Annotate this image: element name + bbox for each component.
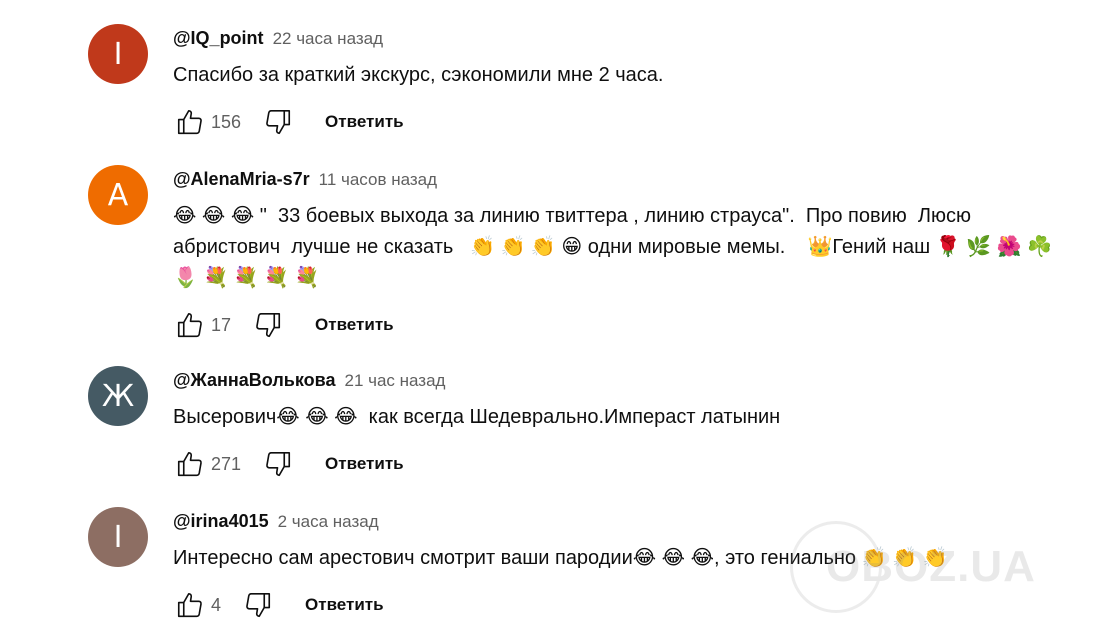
like-count: 271 xyxy=(211,453,242,474)
comment-text: 😂 😂 😂 " 33 боевых выхода за линию твитте… xyxy=(173,205,1058,289)
dislike-button[interactable] xyxy=(251,308,285,342)
comment-time[interactable]: 22 часа назад xyxy=(273,29,383,48)
like-button[interactable] xyxy=(173,105,207,139)
comment-meta: @AlenaMria-s7r 11 часов назад xyxy=(173,168,1088,191)
comment-text: Спасибо за краткий экскурс, сэкономили м… xyxy=(173,64,664,86)
avatar[interactable]: A xyxy=(88,165,148,225)
comment-actions: 156 Ответить xyxy=(173,105,1088,139)
dislike-button[interactable] xyxy=(261,447,295,481)
like-button[interactable] xyxy=(173,588,207,622)
thumb-up-icon xyxy=(177,312,202,338)
reply-button[interactable]: Ответить xyxy=(315,315,394,335)
comment-time[interactable]: 21 час назад xyxy=(344,371,445,390)
comment-actions: 271 Ответить xyxy=(173,447,1088,481)
comment-text: Высерович😂 😂 😂 как всегда Шедеврально.Им… xyxy=(173,406,781,428)
reply-button[interactable]: Ответить xyxy=(325,112,404,132)
avatar[interactable]: I xyxy=(88,507,148,567)
comment-body: @ЖаннаВолькова 21 час назад Высерович😂 😂… xyxy=(173,366,1088,481)
dislike-button[interactable] xyxy=(261,105,295,139)
comment-body: @AlenaMria-s7r 11 часов назад 😂 😂 😂 " 33… xyxy=(173,165,1088,342)
like-button[interactable] xyxy=(173,308,207,342)
comment-body: @IQ_point 22 часа назад Спасибо за кратк… xyxy=(173,24,1088,139)
thumb-down-icon xyxy=(266,109,291,135)
like-count: 17 xyxy=(211,314,232,335)
comment-meta: @IQ_point 22 часа назад xyxy=(173,27,1088,50)
thumb-down-icon xyxy=(266,451,291,477)
thumb-down-icon xyxy=(246,592,271,618)
comment-text: Интересно сам арестович смотрит ваши пар… xyxy=(173,547,948,569)
comment-actions: 17 Ответить xyxy=(173,308,1088,342)
thumb-up-icon xyxy=(177,592,202,618)
dislike-button[interactable] xyxy=(241,588,275,622)
reply-button[interactable]: Ответить xyxy=(305,595,384,615)
avatar[interactable]: I xyxy=(88,24,148,84)
comment-actions: 4 Ответить xyxy=(173,588,1088,622)
like-button[interactable] xyxy=(173,447,207,481)
comment-author[interactable]: @AlenaMria-s7r xyxy=(173,169,310,189)
comment-body: @irina4015 2 часа назад Интересно сам ар… xyxy=(173,507,1088,622)
thumb-up-icon xyxy=(177,451,202,477)
comment-meta: @ЖаннаВолькова 21 час назад xyxy=(173,369,1088,392)
comment-time[interactable]: 11 часов назад xyxy=(319,170,437,189)
thumb-up-icon xyxy=(177,109,202,135)
comment-author[interactable]: @ЖаннаВолькова xyxy=(173,370,335,390)
comment-author[interactable]: @IQ_point xyxy=(173,28,264,48)
reply-button[interactable]: Ответить xyxy=(325,454,404,474)
thumb-down-icon xyxy=(256,312,281,338)
comment-time[interactable]: 2 часа назад xyxy=(278,512,379,531)
comment-author[interactable]: @irina4015 xyxy=(173,511,269,531)
comment-meta: @irina4015 2 часа назад xyxy=(173,510,1088,533)
like-count: 156 xyxy=(211,111,242,132)
avatar[interactable]: Ж xyxy=(88,366,148,426)
like-count: 4 xyxy=(211,594,222,615)
